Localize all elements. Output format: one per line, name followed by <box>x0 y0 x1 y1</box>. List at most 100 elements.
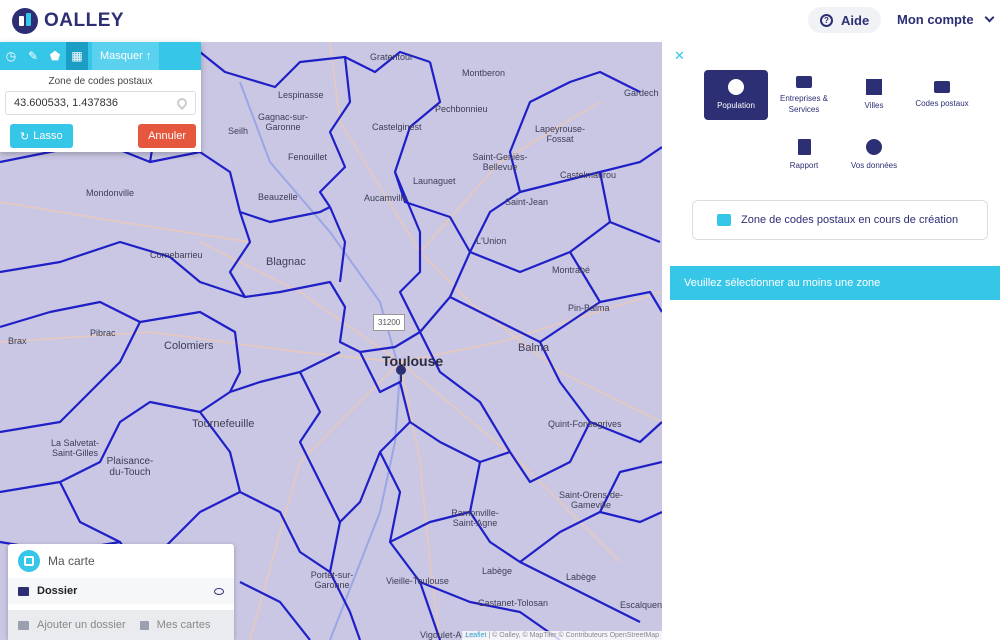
place-label: Montberon <box>462 68 506 78</box>
place-label: Tournefeuille <box>192 418 255 430</box>
place-label: Launaguet <box>413 176 456 186</box>
polygon-icon[interactable]: ⬟ <box>44 42 66 70</box>
place-label: Escalquens <box>620 600 662 610</box>
category-population[interactable]: Population <box>704 70 768 120</box>
lasso-button[interactable]: ↻ Lasso <box>10 124 73 148</box>
plus-circle-icon <box>866 139 882 155</box>
place-label: Toulouse <box>382 353 444 369</box>
question-icon: ? <box>820 13 833 27</box>
place-label: Colomiers <box>164 340 214 352</box>
place-label: Labège <box>481 566 513 576</box>
cancel-button[interactable]: Annuler <box>138 124 196 148</box>
logo-text: OALLEY <box>44 10 125 31</box>
place-label: Aucamville <box>364 193 408 203</box>
folder-add-icon <box>18 620 29 630</box>
close-icon[interactable]: ✕ <box>674 48 685 64</box>
place-label: Lapeyrouse-Fossat <box>534 124 586 144</box>
city-icon <box>866 79 882 95</box>
place-label: Gardech <box>624 88 659 98</box>
my-map-header[interactable]: Ma carte <box>8 544 234 578</box>
place-label: Lespinasse <box>278 90 324 100</box>
eye-icon[interactable] <box>214 587 224 595</box>
my-map-title: Ma carte <box>48 554 95 568</box>
postal-code-tooltip: 31200 <box>373 314 406 331</box>
pie-chart-icon <box>728 79 744 95</box>
place-label: Castanet-Tolosan <box>478 598 549 608</box>
location-pin-icon[interactable] <box>174 95 190 111</box>
logo-icon <box>12 8 38 34</box>
place-label: Saint-Orens-de-Gameville <box>558 490 624 510</box>
top-bar: OALLEY ? Aide Mon compte <box>0 0 1000 42</box>
category-label: Villes <box>864 101 884 110</box>
mailbox-icon <box>934 81 950 93</box>
folder-row[interactable]: Dossier <box>8 578 234 604</box>
field-label: Zone de codes postaux <box>48 76 153 87</box>
mailbox-icon <box>717 214 731 226</box>
zone-status-text: Zone de codes postaux en cours de créati… <box>741 214 959 226</box>
arrow-up-icon: ↑ <box>145 50 152 62</box>
map-icon <box>18 550 40 572</box>
mailbox-icon[interactable]: ▦ <box>66 42 88 70</box>
category-companies[interactable]: Entreprises & Services <box>772 70 836 120</box>
place-label: Gratentour <box>370 52 414 62</box>
logo[interactable]: OALLEY <box>12 8 124 34</box>
leaflet-link[interactable]: Leaflet <box>465 632 486 639</box>
pencil-icon[interactable]: ✎ <box>22 42 44 70</box>
selection-warning: Veuillez sélectionner au moins une zone <box>670 266 1000 300</box>
my-maps-button[interactable]: Mes cartes <box>157 619 211 631</box>
hide-button[interactable]: Masquer ↑ <box>92 42 160 70</box>
place-label: Saint-Geniès-Bellevue <box>472 152 528 172</box>
my-map-panel: Ma carte Dossier Ajouter un dossier Mes … <box>8 544 234 640</box>
category-label: Codes postaux <box>915 99 969 108</box>
category-report[interactable]: Rapport <box>772 130 836 180</box>
zone-tool-panel: ◷ ✎ ⬟ ▦ Masquer ↑ Zone de codes postaux … <box>0 42 201 152</box>
place-label: Blagnac <box>266 256 306 268</box>
place-label: Plaisance-du-Touch <box>106 456 154 478</box>
account-menu[interactable]: Mon compte <box>897 12 995 27</box>
place-label: L'Union <box>476 236 507 246</box>
place-label: Pin-Balma <box>568 303 610 313</box>
help-button[interactable]: ? Aide <box>808 7 882 33</box>
clock-icon[interactable]: ◷ <box>0 42 22 70</box>
place-label: Saint-Jean <box>505 197 549 207</box>
place-label: Mondonville <box>86 188 135 198</box>
place-label: Quint-Fonsegrives <box>548 419 622 429</box>
attribution-text: | © Oalley, © MapTiler © Contributeurs O… <box>488 632 659 639</box>
place-label: Beauzelle <box>258 192 298 202</box>
place-label: Cornebarrieu <box>150 250 203 260</box>
category-label: Vos données <box>850 161 898 170</box>
category-label: Entreprises & Services <box>779 93 829 114</box>
place-label: Castelmaurou <box>560 170 617 180</box>
chevron-down-icon <box>984 12 995 23</box>
place-label: Gagnac-sur-Garonne <box>257 112 309 132</box>
place-label: Balma <box>518 342 550 354</box>
tool-toolbar: ◷ ✎ ⬟ ▦ Masquer ↑ <box>0 42 201 70</box>
place-label: Vieille-Toulouse <box>386 576 449 586</box>
category-postal-codes[interactable]: Codes postaux <box>910 70 974 120</box>
place-label: Portet-sur-Garonne <box>310 570 354 590</box>
lasso-label: Lasso <box>33 130 63 142</box>
place-label: Castelginest <box>372 122 422 132</box>
place-label: Labège <box>566 572 597 582</box>
coordinates-input[interactable]: 43.600533, 1.437836 <box>5 91 196 115</box>
place-label: Brax <box>8 336 27 346</box>
cancel-label: Annuler <box>148 130 186 142</box>
add-folder-button[interactable]: Ajouter un dossier <box>37 619 126 631</box>
my-map-footer: Ajouter un dossier Mes cartes <box>8 610 234 640</box>
zone-status-box: Zone de codes postaux en cours de créati… <box>692 200 988 240</box>
category-your-data[interactable]: Vos données <box>842 130 906 180</box>
place-label: Fenouillet <box>288 152 328 162</box>
hide-label: Masquer <box>100 50 143 62</box>
folder-icon <box>18 586 29 596</box>
place-label: Pibrac <box>90 328 116 338</box>
map-icon <box>139 620 149 630</box>
help-label: Aide <box>841 12 870 28</box>
place-label: Pechbonnieu <box>435 104 488 114</box>
place-label: La Salvetat-Saint-Gilles <box>50 438 100 458</box>
category-cities[interactable]: Villes <box>842 70 906 120</box>
place-label: Ramonville-Saint-Agne <box>451 508 499 528</box>
category-label: Population <box>717 101 755 110</box>
account-label: Mon compte <box>897 12 974 27</box>
briefcase-icon <box>796 75 812 88</box>
place-label: Montrabé <box>552 265 591 275</box>
